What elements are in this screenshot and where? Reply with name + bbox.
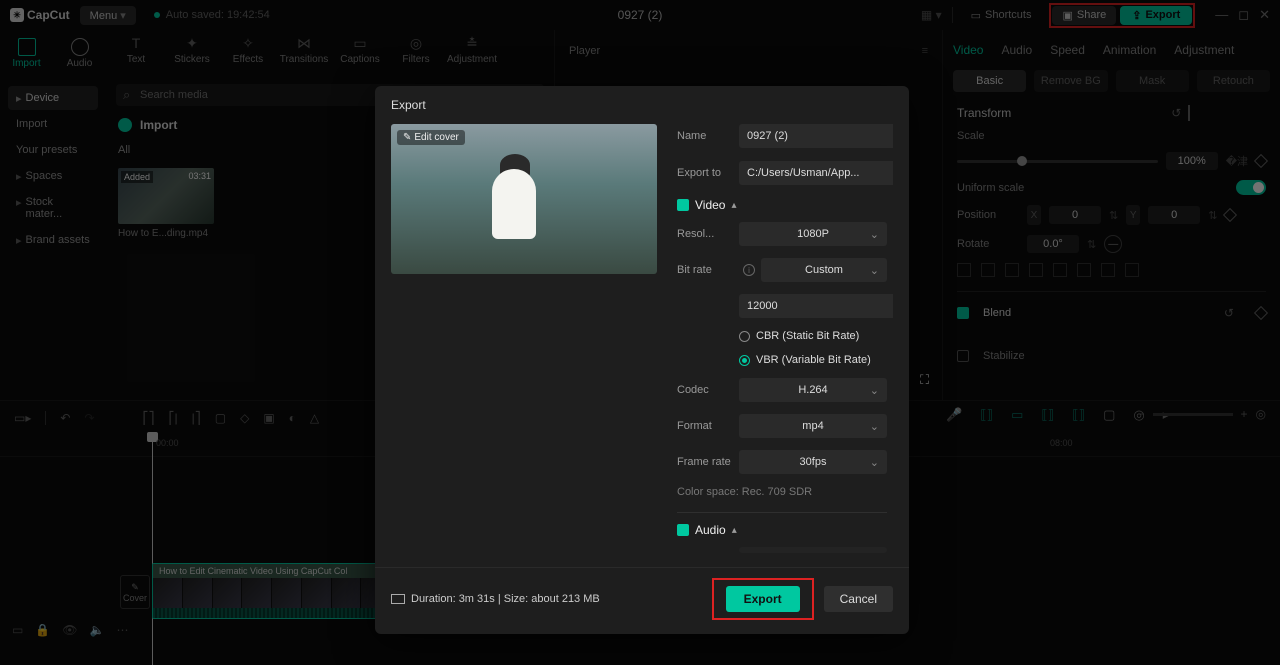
export-footer-info: Duration: 3m 31s | Size: about 213 MB [391,593,600,605]
export-modal: Export ✎ Edit cover Name Export to🗀 Vide… [375,86,909,634]
colorspace-note: Color space: Rec. 709 SDR [677,486,887,498]
vbr-radio[interactable] [739,355,750,366]
fps-label: Frame rate [677,456,739,468]
resolution-label: Resol... [677,228,739,240]
name-input[interactable] [739,124,893,148]
video-check[interactable] [677,199,689,211]
cbr-label: CBR (Static Bit Rate) [756,330,859,342]
exportto-label: Export to [677,167,739,179]
format-label: Format [677,420,739,432]
cover-preview[interactable]: ✎ Edit cover [391,124,657,274]
film-icon [391,594,405,604]
exportto-input[interactable] [739,161,893,185]
bitrate-select[interactable]: Custom [761,258,887,282]
bitrate-input[interactable] [739,294,893,318]
bitrate-label: Bit rate [677,264,739,276]
format-select[interactable]: mp4 [739,414,887,438]
resolution-select[interactable]: 1080P [739,222,887,246]
modal-export-button[interactable]: Export [726,586,800,612]
cbr-radio[interactable] [739,331,750,342]
modal-cancel-button[interactable]: Cancel [824,586,893,612]
info-icon[interactable]: i [743,264,755,276]
codec-label: Codec [677,384,739,396]
edit-cover-button[interactable]: ✎ Edit cover [397,130,465,145]
fps-select[interactable]: 30fps [739,450,887,474]
audio-section-label: Audio [695,523,726,537]
codec-select[interactable]: H.264 [739,378,887,402]
modal-title: Export [375,86,909,124]
audio-check[interactable] [677,524,689,536]
expand-icon[interactable]: ⛶ [920,372,929,388]
video-section-label: Video [695,198,725,212]
name-label: Name [677,130,739,142]
vbr-label: VBR (Variable Bit Rate) [756,354,871,366]
export-button-highlight: Export [712,578,814,620]
